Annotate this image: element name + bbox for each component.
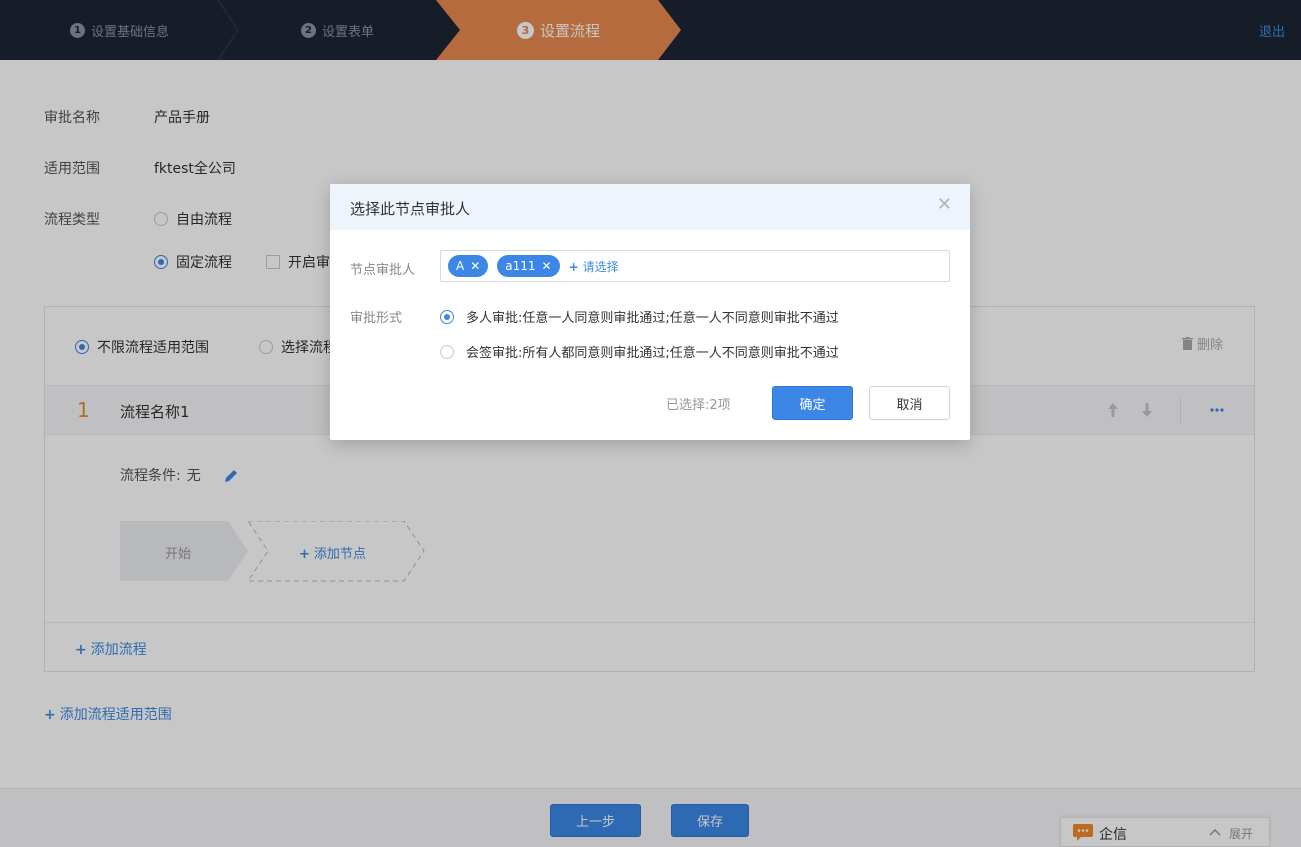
mode-multi-option[interactable]: 多人审批:任意一人同意则审批通过;任意一人不同意则审批不通过 [440,307,839,326]
mode-joint-option[interactable]: 会签审批:所有人都同意则审批通过;任意一人不同意则审批不通过 [440,342,839,361]
mode-multi-label: 多人审批:任意一人同意则审批通过;任意一人不同意则审批不通过 [466,311,839,326]
dialog-title: 选择此节点审批人 [350,200,471,218]
close-icon[interactable]: ✕ [937,196,952,214]
approver-tag-input[interactable]: A ✕ a111 ✕ + 请选择 [440,250,950,282]
radio-button-checked[interactable] [440,309,454,324]
select-approver-dialog: 选择此节点审批人 ✕ 节点审批人 A ✕ a111 ✕ + 请选择 审批形式 多人… [330,184,970,440]
add-approver-label: 请选择 [582,259,619,274]
plus-icon: + [568,259,579,274]
mode-joint-label: 会签审批:所有人都同意则审批通过;任意一人不同意则审批不通过 [466,346,839,361]
add-approver-button[interactable]: + 请选择 [569,258,619,275]
tag-label: A [456,259,465,273]
cancel-button[interactable]: 取消 [869,386,950,420]
approver-tag: A ✕ [448,255,489,277]
approver-tag: a111 ✕ [497,255,560,277]
remove-tag-icon[interactable]: ✕ [542,259,552,273]
mode-label: 审批形式 [350,311,403,326]
dialog-header: 选择此节点审批人 ✕ [330,184,970,230]
confirm-button[interactable]: 确定 [772,386,853,420]
approver-label: 节点审批人 [350,263,416,278]
radio-button[interactable] [440,344,454,359]
remove-tag-icon[interactable]: ✕ [470,259,480,273]
tag-label: a111 [505,259,536,273]
selected-count: 已选择:2项 [666,398,731,413]
